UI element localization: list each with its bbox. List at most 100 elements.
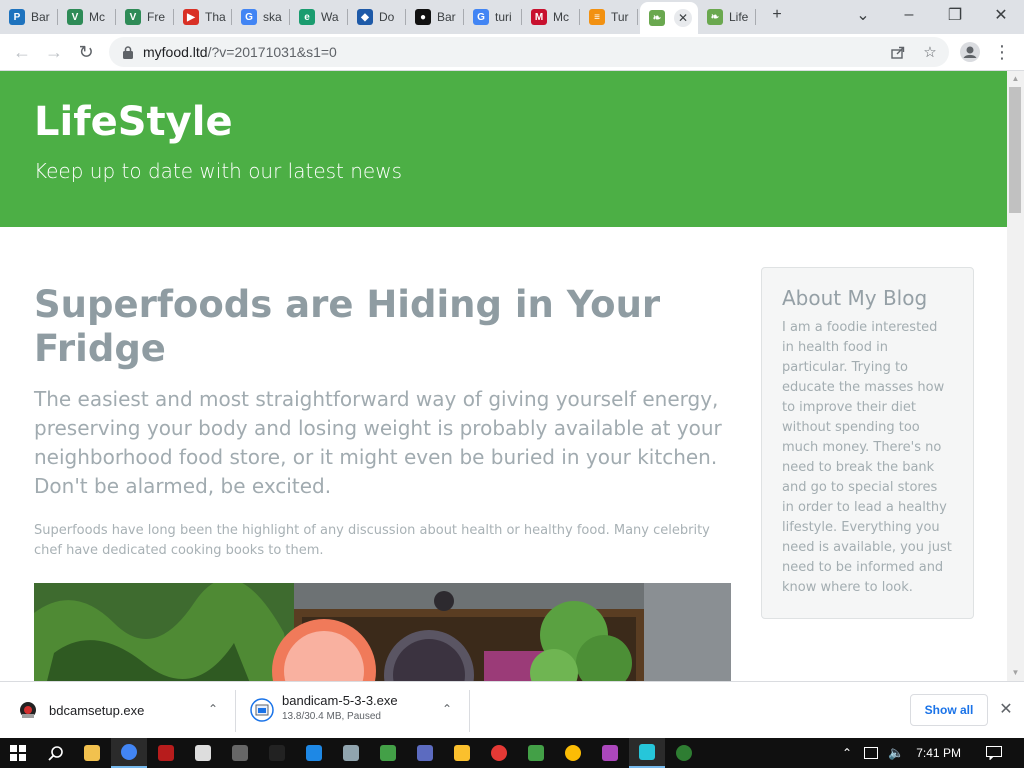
tab-search-chevron-icon[interactable]: ⌄ [843, 0, 883, 30]
torrent-icon[interactable] [518, 738, 554, 768]
remote-desktop-icon-glyph [417, 745, 433, 761]
remote-desktop-icon[interactable] [407, 738, 443, 768]
start-windows-icon[interactable] [0, 738, 36, 768]
reload-icon[interactable]: ↻ [72, 38, 100, 66]
edge-dev-icon[interactable] [666, 738, 702, 768]
search-icon[interactable] [38, 738, 74, 768]
snip-tool-icon[interactable] [629, 738, 665, 768]
chevron-up-icon[interactable]: ⌃ [204, 702, 222, 720]
browser-tab[interactable]: ▶ Tha [174, 4, 232, 30]
browser-tab[interactable]: e Wa [290, 4, 348, 30]
chrome-alt-icon[interactable] [555, 738, 591, 768]
share-icon[interactable] [889, 43, 907, 61]
download-status: 13.8/30.4 MB, Paused [282, 711, 381, 722]
edge-icon: e [299, 9, 315, 25]
opera-icon[interactable] [481, 738, 517, 768]
google-icon: G [241, 9, 257, 25]
minimize-icon[interactable]: – [889, 0, 929, 30]
url-host: myfood.ltd [143, 44, 208, 60]
notes-icon[interactable] [444, 738, 480, 768]
file-explorer-icon[interactable] [74, 738, 110, 768]
article-lead: The easiest and most straightforward way… [34, 387, 722, 498]
image-viewer-icon[interactable] [333, 738, 369, 768]
page-viewport: LifeStyle Keep up to date with our lates… [0, 71, 1007, 681]
article: Superfoods are Hiding in Your Fridge The… [34, 283, 734, 561]
site-title[interactable]: LifeStyle [34, 99, 233, 145]
window-app-icon[interactable] [296, 738, 332, 768]
download-item[interactable]: bdcamsetup.exe ⌃ [0, 682, 236, 739]
download-item[interactable]: bandicam-5-3-3.exe 13.8/30.4 MB, Paused … [236, 682, 470, 739]
tab-title: Tur [611, 10, 629, 24]
profile-avatar-icon[interactable] [956, 38, 984, 66]
tab-title: turi [495, 10, 512, 24]
bandicam-icon-glyph [158, 745, 174, 761]
tab-strip: P Bar V Mc V Fre ▶ Tha Gska e Wa ◆ Do ● Bar Gturi M Mc ≡ Tu… [0, 0, 1024, 34]
browser-tab[interactable]: Gska [232, 4, 290, 30]
clock-time[interactable]: 7:41 PM [916, 746, 961, 760]
browser-tab[interactable]: P Bar [0, 4, 58, 30]
terminal-icon-glyph [269, 745, 285, 761]
installer-file-icon [250, 698, 274, 722]
forward-arrow-icon[interactable]: → [40, 38, 68, 66]
opera-icon-glyph [491, 745, 507, 761]
page-scrollbar[interactable]: ▲ ▼ [1007, 71, 1024, 681]
network-icon[interactable] [864, 747, 879, 759]
mcafee-shield-icon: M [531, 9, 547, 25]
more-menu-icon[interactable]: ⋮ [988, 38, 1016, 66]
browser-tab[interactable]: ≡ Tur [580, 4, 638, 30]
bookmark-star-icon[interactable]: ☆ [921, 43, 939, 61]
new-tab-plus-icon[interactable]: + [757, 0, 797, 30]
tab-separator [637, 9, 638, 25]
browser-tab[interactable]: M Mc [522, 4, 580, 30]
browser-tab[interactable]: ❧ ✕ [640, 2, 698, 34]
superfoods-photo [34, 583, 731, 681]
lock-icon[interactable] [121, 45, 135, 59]
window-app-icon-glyph [306, 745, 322, 761]
shelf-divider [469, 690, 470, 732]
tab-title: Tha [205, 10, 226, 24]
checkmark-v-icon: V [67, 9, 83, 25]
chevron-up-icon[interactable]: ⌃ [842, 746, 852, 760]
bandicam-icon[interactable] [148, 738, 184, 768]
article-title[interactable]: Superfoods are Hiding in Your Fridge [34, 283, 734, 371]
notifications-icon[interactable] [976, 738, 1012, 768]
stack-icon: ≡ [589, 9, 605, 25]
browser-tab[interactable]: ● Bar [406, 4, 464, 30]
chrome-icon[interactable] [111, 738, 147, 768]
bug-icon-glyph [380, 745, 396, 761]
chevron-up-icon[interactable]: ⌃ [438, 702, 456, 720]
calculator-icon[interactable] [222, 738, 258, 768]
media-app-icon[interactable] [592, 738, 628, 768]
terminal-icon[interactable] [259, 738, 295, 768]
browser-tab[interactable]: ◆ Do [348, 4, 406, 30]
browser-tab[interactable]: ❧ Life [698, 4, 756, 30]
browser-tab[interactable]: V Fre [116, 4, 174, 30]
close-icon[interactable]: ✕ [996, 700, 1016, 720]
download-filename: bdcamsetup.exe [49, 703, 145, 718]
scroll-down-arrow-icon[interactable]: ▼ [1007, 665, 1024, 681]
lifestyle-leaf-icon: ❧ [649, 10, 665, 26]
show-all-button[interactable]: Show all [910, 694, 988, 726]
calculator-icon-glyph [232, 745, 248, 761]
scroll-up-arrow-icon[interactable]: ▲ [1007, 71, 1024, 87]
lifestyle-leaf-icon: ❧ [707, 9, 723, 25]
url-text[interactable]: myfood.ltd/?v=20171031&s1=0 [143, 44, 337, 60]
browser-tab[interactable]: Gturi [464, 4, 522, 30]
tab-close-icon[interactable]: ✕ [674, 9, 692, 27]
bug-icon[interactable] [370, 738, 406, 768]
scrollbar-thumb[interactable] [1009, 87, 1021, 213]
tab-title: Mc [553, 10, 569, 24]
system-tray: ⌃ 🔈 7:41 PM [842, 738, 961, 768]
back-arrow-icon[interactable]: ← [8, 38, 36, 66]
volume-muted-icon[interactable]: 🔈 [888, 745, 904, 761]
google-icon: G [473, 9, 489, 25]
address-bar[interactable]: myfood.ltd/?v=20171031&s1=0 ☆ [109, 37, 949, 67]
site-tagline: Keep up to date with our latest news [34, 159, 403, 183]
security-shield-icon[interactable] [185, 738, 221, 768]
close-window-icon[interactable]: ✕ [981, 0, 1021, 30]
browser-tab[interactable]: V Mc [58, 4, 116, 30]
download-shelf: bdcamsetup.exe ⌃ bandicam-5-3-3.exe 13.8… [0, 681, 1024, 738]
security-shield-icon-glyph [195, 745, 211, 761]
p-icon: P [9, 9, 25, 25]
restore-window-icon[interactable]: ❐ [935, 0, 975, 30]
